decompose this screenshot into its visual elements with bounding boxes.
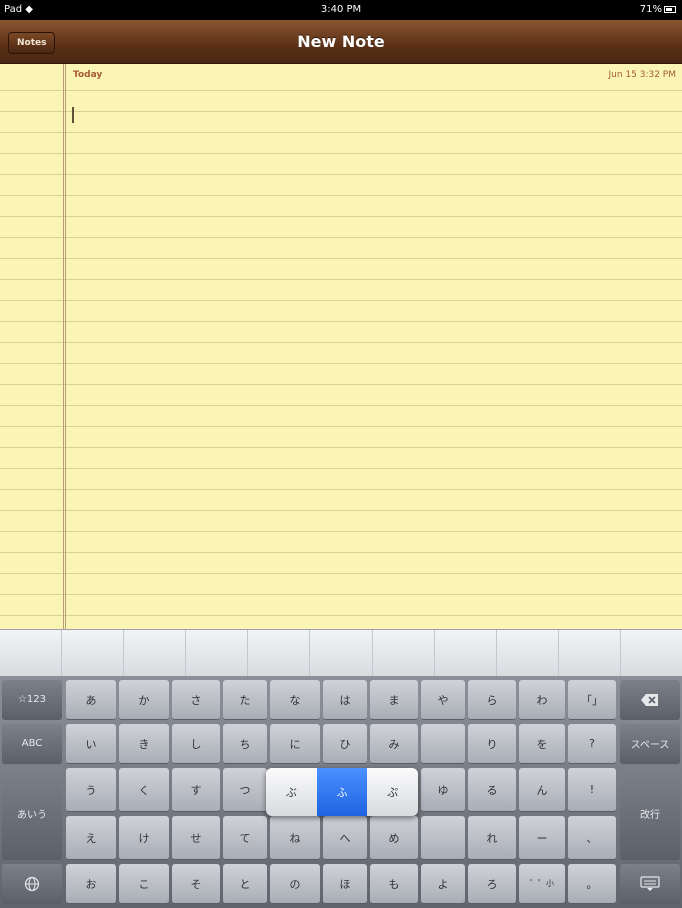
kana-key[interactable]: や — [421, 680, 465, 720]
candidate-slot[interactable] — [62, 630, 125, 676]
candidate-slot[interactable] — [310, 630, 373, 676]
kana-key[interactable]: す — [172, 768, 220, 812]
kana-key[interactable]: つ — [223, 768, 267, 812]
kana-key[interactable]: め — [370, 816, 418, 860]
candidate-slot[interactable] — [373, 630, 435, 676]
kana-key-empty — [421, 816, 465, 860]
dakuten-small-key[interactable]: ゛゜小 — [519, 864, 565, 904]
enter-key[interactable]: 改行 — [620, 768, 680, 860]
globe-icon — [24, 876, 40, 892]
kana-key[interactable]: な — [270, 680, 320, 720]
note-date-heading: Today — [73, 70, 103, 80]
candidate-slot[interactable] — [248, 630, 311, 676]
status-time: 3:40 PM — [320, 4, 362, 15]
kana-key[interactable]: お — [66, 864, 116, 904]
kana-key[interactable]: へ — [323, 816, 367, 860]
note-timestamp: Jun 15 3:32 PM — [608, 70, 677, 80]
candidate-slot[interactable] — [124, 630, 187, 676]
margin-line-inner — [65, 64, 66, 629]
dash-key[interactable]: ー — [519, 816, 565, 860]
page-title: New Note — [297, 32, 385, 51]
kana-key[interactable]: う — [66, 768, 116, 812]
hide-keyboard-key[interactable] — [620, 864, 680, 904]
kana-key[interactable]: れ — [468, 816, 516, 860]
kana-key[interactable]: た — [223, 680, 267, 720]
kana-key[interactable]: の — [270, 864, 320, 904]
hide-keyboard-icon — [640, 875, 660, 892]
exclamation-key[interactable]: ! — [568, 768, 616, 812]
kana-key[interactable]: え — [66, 816, 116, 860]
candidate-slot[interactable] — [0, 630, 63, 676]
kana-key[interactable]: ん — [519, 768, 565, 812]
battery-percent: 71% — [639, 4, 662, 15]
candidate-slot[interactable] — [186, 630, 249, 676]
kana-key[interactable]: ら — [468, 680, 516, 720]
flick-popup: ぶ ふ ぷ — [266, 768, 418, 816]
kana-key[interactable]: と — [223, 864, 267, 904]
space-key[interactable]: スペース — [620, 724, 680, 764]
popup-option-selected[interactable]: ふ — [316, 768, 368, 816]
kana-key[interactable]: け — [119, 816, 169, 860]
text-cursor — [72, 107, 74, 123]
candidate-slot[interactable] — [497, 630, 559, 676]
candidate-slot[interactable] — [559, 630, 621, 676]
period-key[interactable]: 。 — [568, 864, 616, 904]
candidate-slot[interactable] — [621, 630, 682, 676]
kana-mode-key[interactable]: あいう — [2, 768, 62, 860]
abc-mode-key[interactable]: ABC — [2, 724, 62, 764]
kana-key[interactable]: い — [66, 724, 116, 764]
kana-key[interactable]: み — [370, 724, 418, 764]
candidate-bar — [0, 629, 682, 676]
kana-key[interactable]: ひ — [323, 724, 367, 764]
candidate-slot[interactable] — [435, 630, 497, 676]
numbers-mode-key[interactable]: ☆123 — [2, 680, 62, 720]
kana-key[interactable]: ほ — [323, 864, 367, 904]
kana-key[interactable]: を — [519, 724, 565, 764]
kana-key[interactable]: わ — [519, 680, 565, 720]
brackets-key[interactable]: 「」 — [568, 680, 616, 720]
kana-key[interactable]: り — [468, 724, 516, 764]
comma-key[interactable]: 、 — [568, 816, 616, 860]
navigation-bar: Notes New Note — [0, 20, 682, 64]
kana-key[interactable]: ろ — [468, 864, 516, 904]
globe-key[interactable] — [2, 864, 62, 904]
kana-key[interactable]: ゆ — [421, 768, 465, 812]
kana-key[interactable]: さ — [172, 680, 220, 720]
kana-key[interactable]: こ — [119, 864, 169, 904]
kana-key[interactable]: せ — [172, 816, 220, 860]
popup-option[interactable]: ぷ — [367, 768, 418, 816]
kana-key[interactable]: く — [119, 768, 169, 812]
kana-key[interactable]: る — [468, 768, 516, 812]
kana-key[interactable]: き — [119, 724, 169, 764]
kana-key[interactable]: ま — [370, 680, 418, 720]
kana-key[interactable]: は — [323, 680, 367, 720]
note-editor[interactable]: Today Jun 15 3:32 PM — [0, 64, 682, 629]
status-battery: 71% — [640, 4, 676, 15]
kana-key[interactable]: か — [119, 680, 169, 720]
delete-key[interactable] — [620, 680, 680, 720]
kana-key[interactable]: ね — [270, 816, 320, 860]
kana-key[interactable]: し — [172, 724, 220, 764]
popup-option[interactable]: ぶ — [266, 768, 317, 816]
delete-icon — [640, 693, 660, 707]
kana-key[interactable]: も — [370, 864, 418, 904]
kana-key[interactable]: に — [270, 724, 320, 764]
margin-line — [63, 64, 64, 629]
kana-key-empty — [421, 724, 465, 764]
status-bar: Pad ◆ 3:40 PM 71% — [0, 0, 682, 20]
kana-key[interactable]: て — [223, 816, 267, 860]
kana-key[interactable]: ち — [223, 724, 267, 764]
kana-key[interactable]: あ — [66, 680, 116, 720]
battery-icon — [664, 6, 676, 13]
kana-key[interactable]: そ — [172, 864, 220, 904]
question-key[interactable]: ? — [568, 724, 616, 764]
kana-key[interactable]: よ — [421, 864, 465, 904]
